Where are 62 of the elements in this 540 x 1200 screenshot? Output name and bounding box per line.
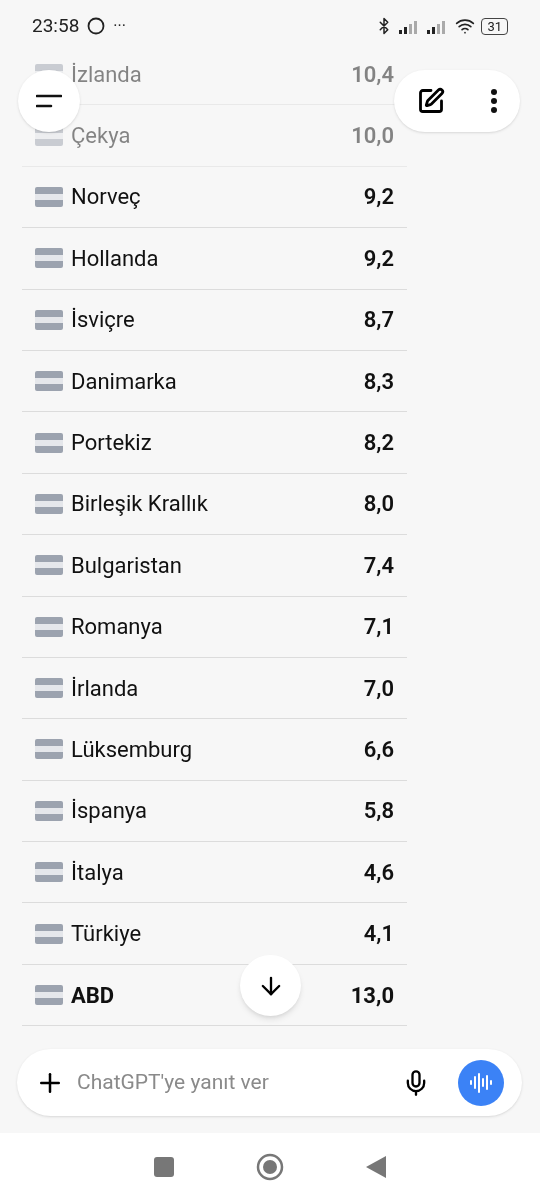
wifi-icon — [455, 16, 476, 36]
recents-icon[interactable] — [154, 1156, 174, 1177]
battery-indicator: 31 — [481, 17, 508, 35]
flag-icon — [35, 615, 63, 638]
more-notifications: ··· — [113, 15, 126, 37]
country-name: Norveç — [71, 183, 141, 212]
value-text: 6,6 — [363, 736, 394, 764]
country-name: Çekya — [71, 122, 131, 151]
value-text: 8,3 — [363, 367, 394, 396]
country-name: İspanya — [71, 797, 148, 826]
home-icon[interactable] — [256, 1152, 284, 1181]
flag-icon — [35, 492, 63, 515]
value-text: 7,4 — [363, 551, 394, 580]
menu-icon — [36, 94, 62, 108]
country-name: Hollanda — [71, 244, 159, 273]
back-icon[interactable] — [366, 1155, 386, 1178]
message-field[interactable]: ChatGPT'ye yanıt ver — [17, 1049, 522, 1116]
voice-mode-button[interactable] — [458, 1059, 504, 1106]
flag-icon — [35, 185, 63, 208]
country-name: İzlanda — [71, 60, 142, 89]
edit-icon — [416, 87, 445, 115]
country-name: ABD — [71, 981, 115, 1010]
value-text: 4,1 — [363, 920, 394, 949]
flag-icon — [35, 984, 63, 1007]
status-time: 23:58 — [32, 12, 80, 39]
flag-icon — [35, 247, 63, 270]
value-text: 10,0 — [351, 122, 394, 151]
scroll-down-button[interactable] — [240, 955, 301, 1016]
value-text: 13,0 — [350, 981, 394, 1010]
flag-icon — [35, 738, 63, 761]
value-text: 9,2 — [363, 244, 394, 273]
value-text: 8,0 — [363, 490, 394, 519]
country-name: Danimarka — [71, 367, 177, 396]
country-name: Birleşik Krallık — [71, 490, 208, 519]
audio-lines-icon — [469, 1070, 493, 1095]
country-name: İtalya — [71, 858, 124, 887]
value-text: 7,1 — [363, 613, 394, 642]
flag-icon — [35, 431, 63, 454]
country-name: Bulgaristan — [71, 551, 182, 580]
flag-icon — [35, 308, 63, 331]
value-text: 5,8 — [363, 797, 394, 826]
value-text: 8,2 — [363, 429, 394, 458]
country-name: Portekiz — [71, 429, 152, 458]
flag-icon — [35, 554, 63, 577]
flag-icon — [35, 799, 63, 822]
value-text: 10,4 — [351, 60, 394, 89]
country-name: Lüksemburg — [71, 736, 193, 764]
country-name: İsviçre — [71, 306, 135, 335]
value-text: 8,7 — [363, 306, 394, 335]
flag-icon — [35, 922, 63, 945]
flag-icon — [35, 370, 63, 393]
chat-app-icon — [87, 17, 106, 35]
country-name: İrlanda — [71, 674, 139, 703]
more-icon — [489, 88, 498, 114]
value-text: 4,6 — [363, 858, 394, 887]
message-input[interactable]: ChatGPT'ye yanıt ver — [77, 1066, 390, 1099]
flag-icon — [35, 677, 63, 700]
value-text: 7,0 — [363, 674, 394, 703]
flag-icon — [35, 861, 63, 884]
country-name: Romanya — [71, 613, 163, 642]
country-name: Türkiye — [71, 920, 142, 949]
value-text: 9,2 — [363, 183, 394, 212]
